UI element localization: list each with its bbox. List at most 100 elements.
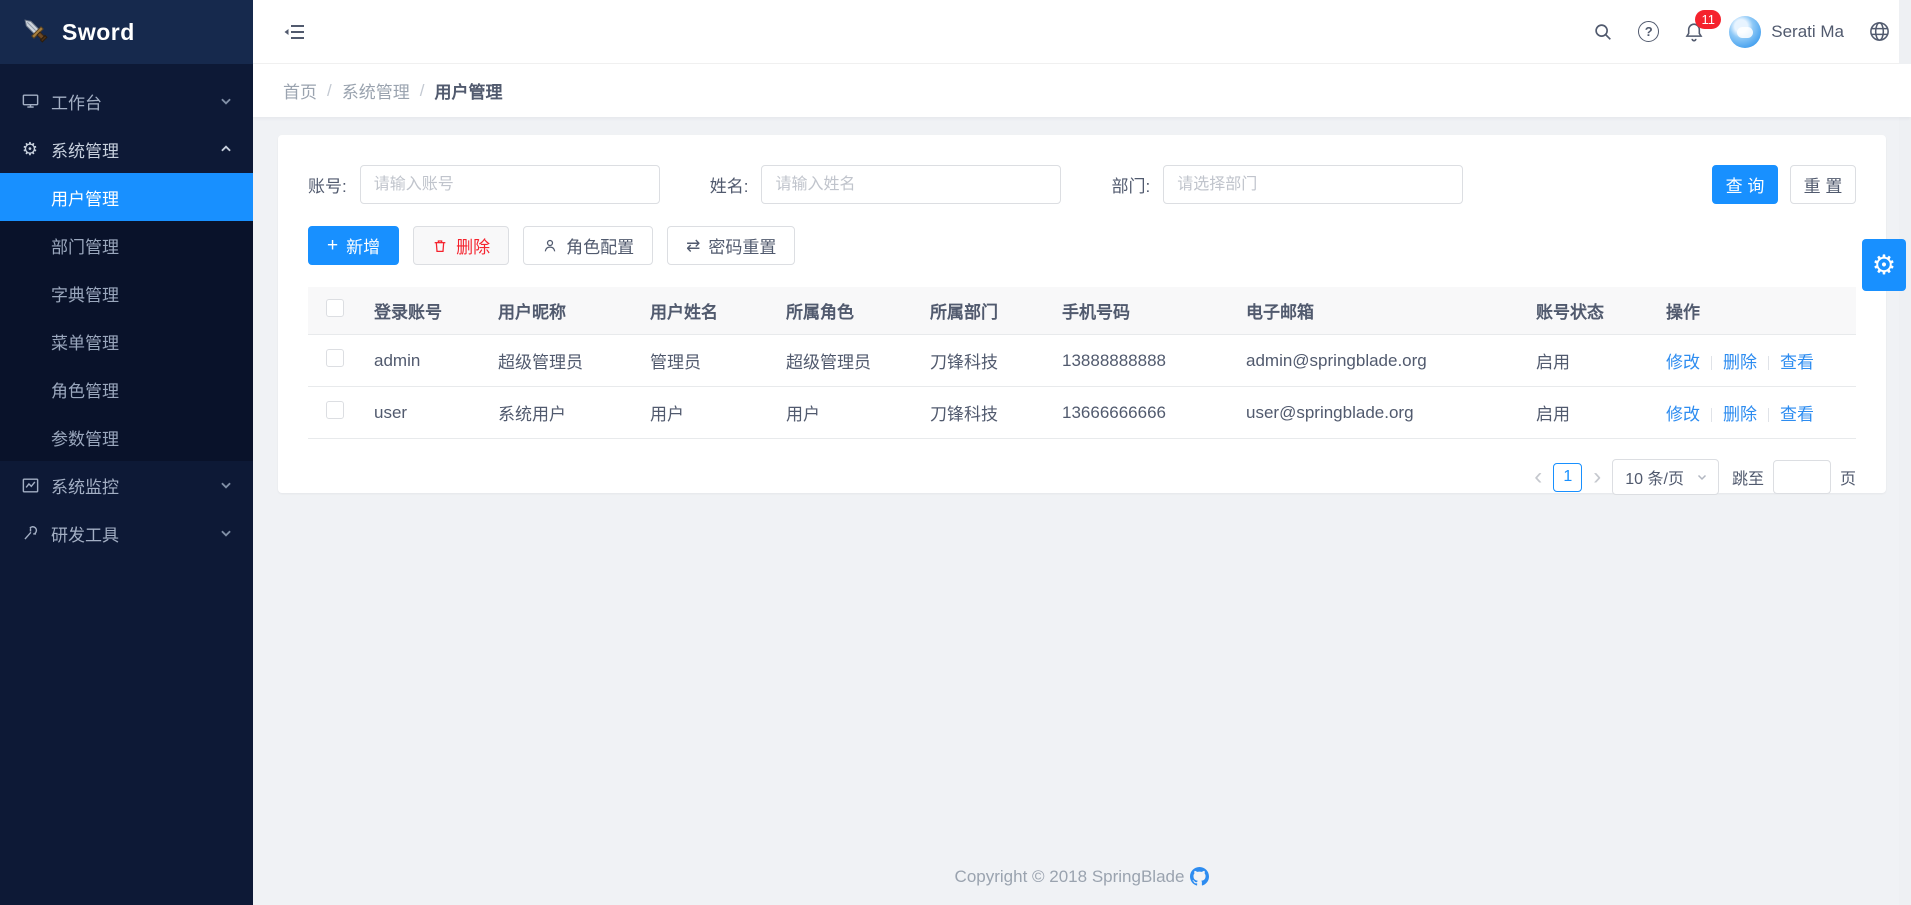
cell-phone: 13666666666 [1052,387,1236,439]
col-header-login: 登录账号 [364,287,488,335]
sidebar-item-monitor[interactable]: 系统监控 [0,461,253,509]
name-input[interactable] [761,165,1061,204]
language-globe-icon[interactable] [1868,20,1891,43]
next-page-icon[interactable]: › [1591,465,1603,489]
col-header-nickname: 用户昵称 [488,287,640,335]
cell-email: user@springblade.org [1236,387,1526,439]
cell-login: user [364,387,488,439]
github-icon[interactable] [1190,871,1209,890]
prev-page-icon[interactable]: ‹ [1532,465,1544,489]
notifications-bell-icon[interactable]: 11 [1683,21,1705,43]
page-size-select[interactable]: 10 条/页 [1612,459,1719,495]
chevron-down-icon [219,526,233,540]
col-header-actions: 操作 [1656,287,1856,335]
cell-nickname: 系统用户 [488,387,640,439]
breadcrumb-current: 用户管理 [434,78,502,103]
reset-button[interactable]: 重 置 [1790,165,1856,204]
sidebar-item-label: 工作台 [51,89,219,114]
dept-select[interactable] [1163,165,1463,204]
breadcrumb-home[interactable]: 首页 [283,78,317,103]
name-field-group: 姓名: [710,165,1062,204]
sidebar-item-user-mgmt[interactable]: 用户管理 [0,173,253,221]
user-management-card: 账号: 姓名: 部门: 查 询 重 置 [278,135,1886,493]
edit-link[interactable]: 修改 [1666,353,1700,372]
sidebar-item-system[interactable]: ⚙ 系统管理 [0,125,253,173]
page-number-1[interactable]: 1 [1553,463,1582,492]
account-field-group: 账号: [308,165,660,204]
view-link[interactable]: 查看 [1780,405,1814,424]
cell-login: admin [364,335,488,387]
main-area: ? 11 Serati Ma [253,0,1911,905]
sidebar-item-label: 研发工具 [51,521,219,546]
search-button[interactable]: 查 询 [1712,165,1778,204]
dept-field-group: 部门: [1111,165,1463,204]
select-all-checkbox[interactable] [326,299,344,317]
wrench-icon [20,523,40,543]
monitor-icon [20,91,40,111]
sidebar-submenu-system: 用户管理 部门管理 字典管理 菜单管理 角色管理 参数管理 [0,173,253,461]
sidebar-item-workbench[interactable]: 工作台 [0,77,253,125]
account-input[interactable] [360,165,660,204]
cell-phone: 13888888888 [1052,335,1236,387]
delete-button-label: 删除 [456,233,490,258]
view-link[interactable]: 查看 [1780,353,1814,372]
breadcrumb-system[interactable]: 系统管理 [342,78,410,103]
action-divider [1768,356,1769,370]
app-layout: Sword 工作台 ⚙ 系统管理 用户管理 部门管理 字典管理 [0,0,1911,905]
delete-link[interactable]: 删除 [1723,353,1757,372]
sidebar-item-label: 系统管理 [51,137,219,162]
action-divider [1768,408,1769,422]
role-config-button[interactable]: 角色配置 [523,226,653,265]
sidebar-item-dict-mgmt[interactable]: 字典管理 [0,269,253,317]
user-menu[interactable]: Serati Ma [1729,16,1844,48]
sidebar: Sword 工作台 ⚙ 系统管理 用户管理 部门管理 字典管理 [0,0,253,905]
chevron-up-icon [219,142,233,156]
sidebar-item-menu-mgmt[interactable]: 菜单管理 [0,317,253,365]
cell-nickname: 超级管理员 [488,335,640,387]
col-header-role: 所属角色 [776,287,920,335]
avatar [1729,16,1761,48]
search-form: 账号: 姓名: 部门: 查 询 重 置 [308,165,1856,204]
scrollbar-track[interactable] [1899,0,1911,905]
gear-icon: ⚙ [1872,250,1896,281]
sidebar-item-dept-mgmt[interactable]: 部门管理 [0,221,253,269]
sidebar-item-param-mgmt[interactable]: 参数管理 [0,413,253,461]
delete-link[interactable]: 删除 [1723,405,1757,424]
settings-drawer-button[interactable]: ⚙ [1862,239,1906,291]
cell-actions: 修改 删除 查看 [1656,387,1856,439]
sidebar-item-label: 系统监控 [51,473,219,498]
trash-icon [432,238,448,254]
cell-role: 用户 [776,387,920,439]
chevron-down-icon [219,94,233,108]
user-name: Serati Ma [1771,22,1844,42]
col-header-status: 账号状态 [1526,287,1656,335]
col-header-phone: 手机号码 [1052,287,1236,335]
cell-status: 启用 [1526,335,1656,387]
row-checkbox[interactable] [326,401,344,419]
action-divider [1711,408,1712,422]
help-icon[interactable]: ? [1638,21,1659,42]
page-size-value: 10 条/页 [1625,465,1684,489]
edit-link[interactable]: 修改 [1666,405,1700,424]
content: 账号: 姓名: 部门: 查 询 重 置 [253,117,1911,493]
role-config-label: 角色配置 [566,233,634,258]
add-button[interactable]: + 新增 [308,226,399,265]
chart-icon [20,475,40,495]
sidebar-item-dev-tools[interactable]: 研发工具 [0,509,253,557]
search-icon[interactable] [1592,21,1614,43]
topbar: ? 11 Serati Ma [253,0,1911,64]
col-header-email: 电子邮箱 [1236,287,1526,335]
user-icon [542,238,558,254]
col-header-dept: 所属部门 [920,287,1052,335]
jump-label: 跳至 [1732,465,1764,489]
delete-button[interactable]: 删除 [413,226,509,265]
page-jump-input[interactable] [1773,460,1831,494]
sidebar-item-role-mgmt[interactable]: 角色管理 [0,365,253,413]
action-divider [1711,356,1712,370]
sidebar-collapse-icon[interactable] [283,20,307,44]
row-checkbox[interactable] [326,349,344,367]
table-toolbar: + 新增 删除 [308,226,1856,265]
password-reset-button[interactable]: ⇄ 密码重置 [667,226,795,265]
col-header-name: 用户姓名 [640,287,776,335]
dept-label: 部门: [1111,172,1150,197]
